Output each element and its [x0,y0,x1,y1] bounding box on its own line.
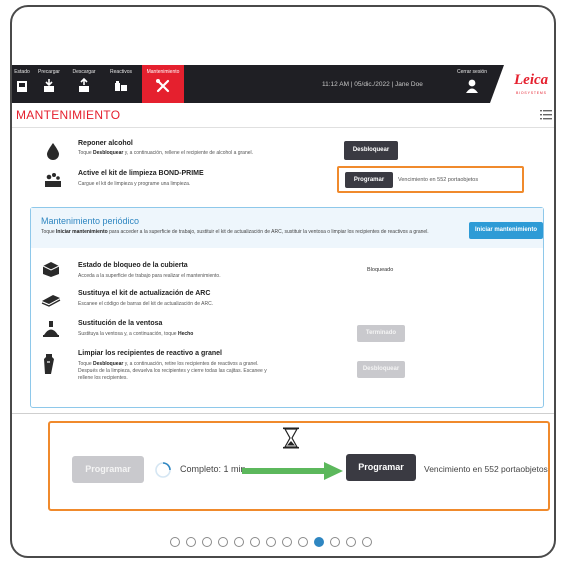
nav-label: Descargar [72,69,96,75]
unlock-alcohol-button[interactable]: Desbloquear [344,141,398,160]
pager-dot[interactable] [266,537,276,547]
logout-label: Cerrar sesión [456,69,487,75]
cleaning-due-text: Vencimiento en 552 portaobjetos [398,177,479,183]
brand-wordmark: Leica [514,72,549,88]
reagents-icon [115,81,127,91]
list-menu-icon[interactable] [540,110,552,120]
bulk-container-icon [44,354,54,374]
nav-item-unload[interactable]: Descargar [68,65,100,103]
green-arrow-icon [242,462,343,480]
nav-label: Precargar [38,69,60,75]
bulk-container-unlock-button[interactable]: Desbloquear [357,361,405,378]
unload-icon [79,78,89,92]
bulk-container-desc: Toque Desbloquear y, a continuación, ret… [78,361,267,381]
cover-lock-status: Bloqueado [367,267,394,273]
nav-item-reagents[interactable]: Reactivos [104,65,138,103]
arc-kit-icon [41,295,61,307]
cleaning-kit-desc: Cargue el kit de limpieza y programe una… [78,181,191,187]
pager-dot[interactable] [362,537,372,547]
suction-cup-done-button[interactable]: Terminado [357,325,405,342]
loading-spinner-icon [155,462,171,478]
cover-lock-desc: Acceda a la superficie de trabajo para r… [78,273,221,279]
nav-label: Mantenimiento [146,69,180,75]
hourglass-icon [283,427,299,449]
brand-logo: Leica BIOSYSTEMS [490,65,554,103]
pager-dot[interactable] [330,537,340,547]
pager-dot[interactable] [282,537,292,547]
device-frame: Estado Precargar Descargar Reactivos Man… [10,5,556,558]
periodic-maintenance-desc: Toque Iniciar mantenimiento para acceder… [41,229,429,235]
schedule-button-disabled[interactable]: Programar [72,456,144,483]
pager-dot-active[interactable] [314,537,324,547]
suction-cup-title: Sustitución de la ventosa [78,320,163,327]
pager-dot[interactable] [346,537,356,547]
nav-label: Reactivos [110,69,132,75]
preload-icon [44,79,54,92]
cover-lock-icon [42,262,60,277]
periodic-maintenance-panel: Mantenimiento periódico Toque Iniciar ma… [30,207,544,408]
schedule-cleaning-button[interactable]: Programar [345,172,393,188]
nav-item-maintenance[interactable]: Mantenimiento [142,65,184,103]
nav-label: Estado [14,69,30,75]
arc-kit-title: Sustituya el kit de actualización de ARC [78,290,211,297]
bulk-container-title: Limpiar los recipientes de reactivo a gr… [78,350,222,357]
logout-button[interactable]: Cerrar sesión [452,69,492,94]
pager-dot[interactable] [234,537,244,547]
refill-alcohol-desc: Toque Desbloquear y, a continuación, rel… [78,150,254,156]
pager-dot[interactable] [186,537,196,547]
brand-subtitle: BIOSYSTEMS [516,91,547,95]
screen-divider [12,413,554,414]
arc-kit-desc: Escanee el código de barras del kit de a… [78,301,214,307]
alcohol-drop-icon [47,143,59,160]
pager-dot[interactable] [250,537,260,547]
periodic-maintenance-header: Mantenimiento periódico Toque Iniciar ma… [31,208,543,248]
pager-dot[interactable] [170,537,180,547]
pager-dot[interactable] [298,537,308,547]
schedule-button[interactable]: Programar [346,454,416,481]
callout-due-text: Vencimiento en 552 portaobjetos [424,464,548,474]
pager-dot[interactable] [218,537,228,547]
start-maintenance-button[interactable]: Iniciar mantenimiento [469,222,543,239]
status-text: 11:12 AM | 05/dic./2022 | Jane Doe [322,81,423,88]
periodic-maintenance-title: Mantenimiento periódico [41,216,140,226]
nav-item-status[interactable]: Estado [12,65,32,103]
suction-cup-icon [43,321,59,337]
cover-lock-title: Estado de bloqueo de la cubierta [78,262,188,269]
page-title: MANTENIMIENTO [16,108,121,122]
zoom-callout: Programar Completo: 1 min Programar Venc… [48,421,550,511]
refill-alcohol-title: Reponer alcohol [78,140,133,147]
suction-cup-desc: Sustituya la ventosa y, a continuación, … [78,331,194,337]
user-logout-icon [466,79,478,93]
header-divider [12,127,554,128]
cleaning-kit-icon [45,173,61,187]
nav-item-preload[interactable]: Precargar [34,65,64,103]
cleaning-kit-title: Active el kit de limpieza BOND-PRIME [78,170,204,177]
status-icon [17,81,27,92]
top-nav-bar: Estado Precargar Descargar Reactivos Man… [12,65,554,103]
complete-time-text: Completo: 1 min [180,464,246,474]
maintenance-icon [156,79,170,93]
page-indicator [170,537,372,549]
pager-dot[interactable] [202,537,212,547]
